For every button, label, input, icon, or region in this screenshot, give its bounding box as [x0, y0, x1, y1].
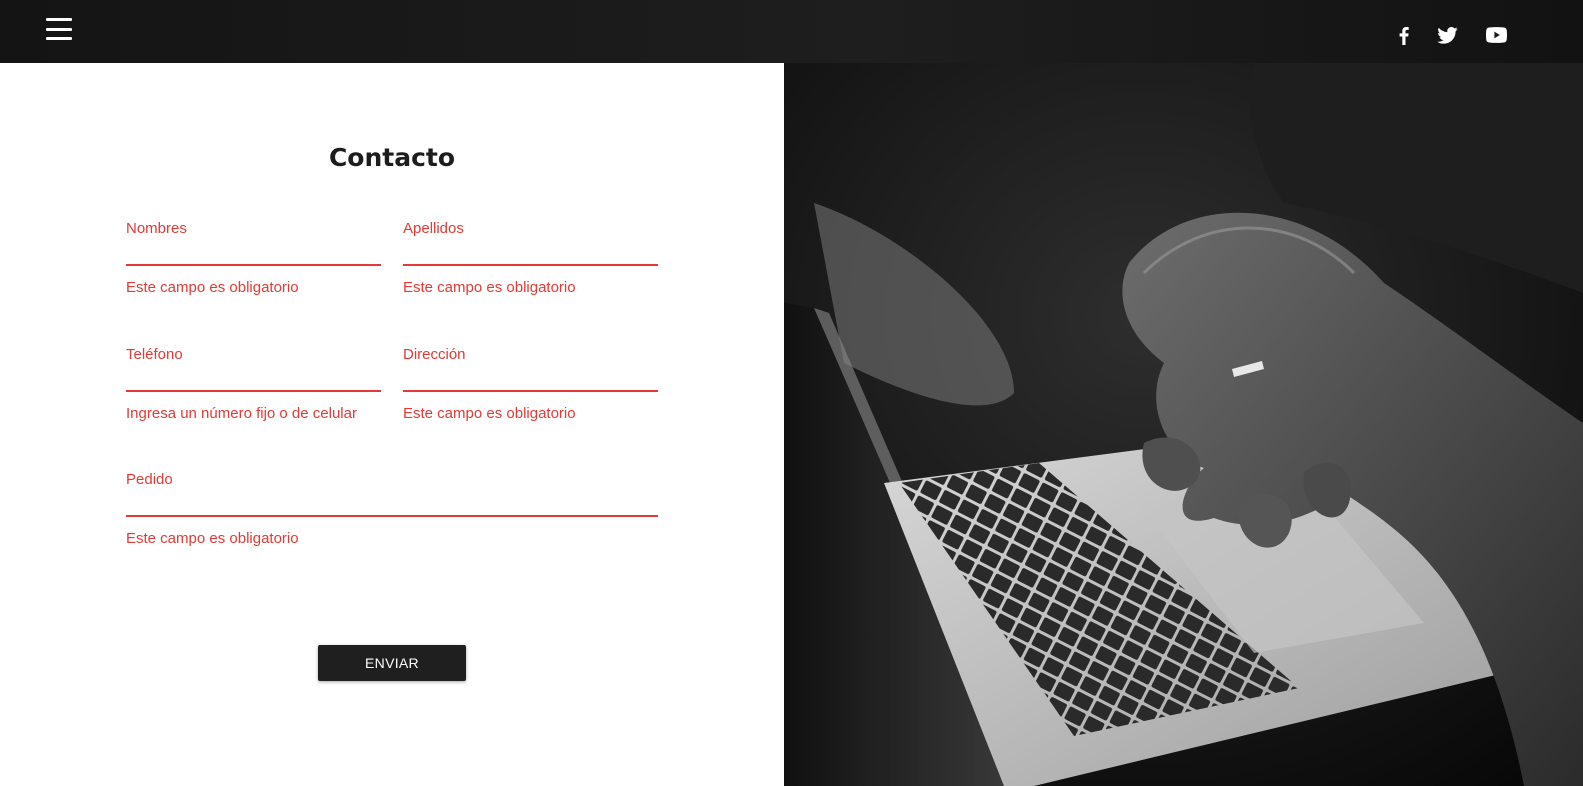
hamburger-line: [46, 18, 72, 21]
direccion-error: Este campo es obligatorio: [403, 405, 576, 422]
top-bar: [0, 0, 1583, 63]
telefono-label: Teléfono: [126, 346, 183, 363]
pedido-field: Pedido Este campo es obligatorio: [126, 471, 658, 561]
apellidos-input[interactable]: [403, 242, 658, 266]
facebook-icon: [1399, 26, 1409, 45]
youtube-link[interactable]: [1484, 22, 1508, 48]
hamburger-line: [46, 37, 72, 40]
submit-button[interactable]: ENVIAR: [318, 645, 466, 681]
pedido-label: Pedido: [126, 471, 173, 488]
hamburger-menu-icon[interactable]: [46, 18, 72, 40]
hamburger-line: [46, 27, 72, 31]
direccion-input[interactable]: [403, 368, 658, 392]
laptop-hands-photo: [784, 63, 1583, 786]
telefono-input[interactable]: [126, 368, 381, 392]
apellidos-label: Apellidos: [403, 220, 464, 237]
nombres-error: Este campo es obligatorio: [126, 279, 299, 296]
contact-form-panel: Contacto Nombres Este campo es obligator…: [0, 63, 784, 786]
hero-photo: [784, 63, 1583, 786]
page-title: Contacto: [328, 143, 456, 172]
nombres-field: Nombres Este campo es obligatorio: [126, 220, 381, 310]
facebook-link[interactable]: [1396, 22, 1412, 48]
telefono-field: Teléfono Ingresa un número fijo o de cel…: [126, 346, 381, 436]
direccion-label: Dirección: [403, 346, 466, 363]
telefono-error: Ingresa un número fijo o de celular: [126, 405, 357, 422]
twitter-icon: [1436, 26, 1458, 44]
direccion-field: Dirección Este campo es obligatorio: [403, 346, 658, 436]
youtube-icon: [1485, 27, 1507, 43]
nombres-label: Nombres: [126, 220, 187, 237]
nombres-input[interactable]: [126, 242, 381, 266]
apellidos-field: Apellidos Este campo es obligatorio: [403, 220, 658, 310]
pedido-input[interactable]: [126, 493, 658, 517]
twitter-link[interactable]: [1435, 22, 1459, 48]
pedido-error: Este campo es obligatorio: [126, 530, 299, 547]
apellidos-error: Este campo es obligatorio: [403, 279, 576, 296]
